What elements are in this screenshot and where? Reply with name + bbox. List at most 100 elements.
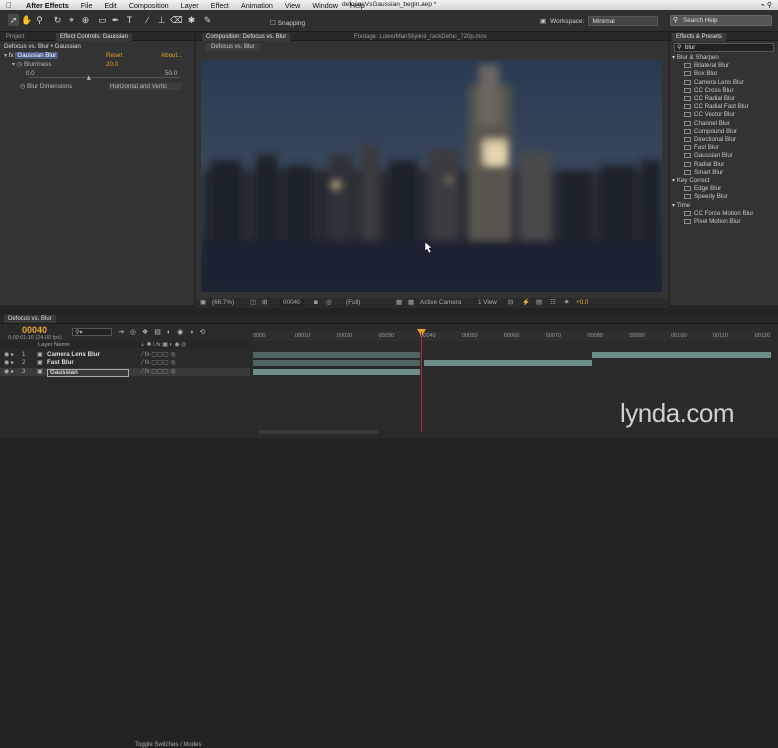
toggle-switches-modes[interactable]: Toggle Switches / Modes — [135, 742, 201, 748]
puppet-tool-icon[interactable]: ✎ — [202, 14, 213, 26]
comp-timecode[interactable]: 00040 — [280, 299, 304, 307]
layer-duration-bar[interactable] — [424, 360, 592, 367]
menu-edit[interactable]: Edit — [104, 1, 116, 10]
switches-header[interactable]: ⇣ ✱ \ fx ▣ ◐ ◉ ◎ — [140, 341, 186, 349]
layer-duration-bar[interactable] — [591, 352, 772, 358]
layer-switches[interactable]: ⁄ fx ▢▢▢ ◎ — [142, 368, 176, 376]
effect-item[interactable]: CC Vector Blur — [684, 111, 778, 119]
layer-track[interactable] — [253, 351, 772, 359]
effect-item[interactable]: Speedy Blur — [684, 193, 778, 201]
show-snapshot-icon[interactable]: ◎ — [326, 299, 332, 307]
layer-track[interactable] — [253, 359, 770, 367]
layer-name-header[interactable]: Layer Name — [38, 341, 70, 349]
eraser-tool-icon[interactable]: ⌫ — [170, 14, 183, 26]
effect-item[interactable]: CC Radial Fast Blur — [684, 103, 778, 111]
layer-row[interactable]: ◉ ▸ 1 ▣ Camera Lens Blur ⁄ fx ▢▢▢ ◎ — [0, 351, 250, 359]
effect-item[interactable]: Smart Blur — [684, 169, 778, 177]
zoom-tool-icon[interactable]: ⚲ — [34, 14, 45, 26]
selection-tool-icon[interactable]: ➚ — [8, 14, 19, 26]
roto-brush-tool-icon[interactable]: ✱ — [186, 14, 197, 26]
blurriness-value[interactable]: 20.0 — [106, 60, 118, 69]
layer-row[interactable]: ◉ ▸ 3 ▣ Gaussian ⁄ fx ▢▢▢ ◎ — [0, 367, 250, 377]
effect-item[interactable]: Compound Blur — [684, 128, 778, 136]
pen-tool-icon[interactable]: ✒ — [110, 14, 121, 26]
effect-item[interactable]: CC Force Motion Blur — [684, 210, 778, 218]
tab-effects-presets[interactable]: Effects & Presets — [672, 33, 726, 41]
effect-item[interactable]: Pixel Motion Blur — [684, 218, 778, 226]
flowchart-icon[interactable]: ☷ — [550, 299, 556, 307]
menu-animation[interactable]: Animation — [241, 1, 273, 10]
tab-composition[interactable]: Composition: Defocus vs. Blur — [202, 33, 291, 41]
timeline-switches-icons[interactable]: ⇥◎❖▤◐◉◑⟲ — [118, 328, 211, 336]
preview-icon[interactable]: ▣ — [200, 299, 206, 307]
effects-search-input[interactable]: ⚲ blur — [674, 43, 774, 52]
exposure-value[interactable]: +0.0 — [576, 299, 588, 307]
effect-item[interactable]: Bilateral Blur — [684, 62, 778, 70]
about-link[interactable]: About... — [161, 51, 182, 60]
camera-tool-icon[interactable]: ⌖ — [66, 14, 77, 26]
hand-tool-icon[interactable]: ✋ — [21, 14, 32, 26]
composition-viewer[interactable] — [201, 60, 662, 292]
menu-file[interactable]: File — [81, 1, 93, 10]
composition-subtab[interactable]: Defocus vs. Blur — [206, 43, 260, 51]
effects-group[interactable]: ▾ Key Correct — [672, 177, 778, 185]
effect-name[interactable]: Gaussian Blur — [15, 52, 59, 59]
transparency-grid-icon[interactable]: ▩ — [408, 299, 414, 307]
fast-preview-icon[interactable]: ⚡ — [522, 299, 530, 307]
effect-item[interactable]: Radial Blur — [684, 161, 778, 169]
tab-project[interactable]: Project — [2, 33, 29, 41]
effects-group[interactable]: ▾ Time — [672, 202, 778, 210]
menu-composition[interactable]: Composition — [129, 1, 169, 10]
blur-dimensions-select[interactable]: Horizontal and Vertic — [108, 83, 182, 90]
effect-item[interactable]: Gaussian Blur — [684, 152, 778, 160]
effects-group[interactable]: ▾ Blur & Sharpen — [672, 54, 778, 62]
toggle-pixel-aspect-icon[interactable]: ⊟ — [508, 299, 513, 307]
snapping-checkbox[interactable]: ☐ — [270, 20, 278, 27]
workspace-select[interactable]: Minimal — [588, 16, 659, 26]
visibility-icon[interactable]: ◉ ▸ — [4, 368, 14, 376]
app-menu[interactable]: After Effects — [26, 1, 69, 10]
effect-item[interactable]: CC Cross Blur — [684, 87, 778, 95]
blurriness-slider-track[interactable] — [28, 77, 180, 78]
layer-track[interactable] — [253, 368, 770, 376]
layer-name[interactable]: Camera Lens Blur — [47, 351, 100, 359]
layer-switches[interactable]: ⁄ fx ▢▢▢ ◎ — [142, 351, 176, 359]
effect-item[interactable]: Edge Blur — [684, 185, 778, 193]
layer-row[interactable]: ◉ ▸ 2 ▣ Fast Blur ⁄ fx ▢▢▢ ◎ — [0, 359, 250, 367]
effect-item[interactable]: Camera Lens Blur — [684, 79, 778, 87]
search-help-field[interactable]: ⚲ Search Help — [670, 15, 772, 26]
resolution-select[interactable]: (Full) — [346, 299, 360, 307]
reset-link[interactable]: Reset — [106, 51, 122, 60]
tab-timeline-comp[interactable]: Defocus vs. Blur — [4, 315, 56, 323]
rectangle-tool-icon[interactable]: ▭ — [97, 14, 108, 26]
stopwatch-icon[interactable]: ◷ — [17, 61, 24, 68]
region-of-interest-icon[interactable]: ▦ — [396, 299, 402, 307]
menu-layer[interactable]: Layer — [181, 1, 199, 10]
layer-duration-bar[interactable] — [253, 360, 421, 367]
view-layout-select[interactable]: 1 View — [478, 299, 497, 307]
menu-effect[interactable]: Effect — [211, 1, 229, 10]
safe-zones-icon[interactable]: ◫ — [250, 299, 256, 307]
effect-item[interactable]: Channel Blur — [684, 120, 778, 128]
menu-window[interactable]: Window — [312, 1, 338, 10]
layer-name[interactable]: Gaussian — [47, 368, 129, 377]
current-time-indicator[interactable] — [421, 332, 422, 432]
camera-select[interactable]: Active Camera — [420, 299, 461, 307]
effect-item[interactable]: Box Blur — [684, 70, 778, 78]
brush-tool-icon[interactable]: ∕ — [142, 14, 153, 26]
layer-name[interactable]: Fast Blur — [47, 359, 74, 367]
menu-view[interactable]: View — [285, 1, 300, 10]
exposure-reset-icon[interactable]: ✷ — [564, 299, 569, 307]
effect-item[interactable]: Fast Blur — [684, 144, 778, 152]
pan-behind-tool-icon[interactable]: ⊕ — [80, 14, 91, 26]
visibility-icon[interactable]: ◉ ▸ — [4, 351, 14, 359]
zoom-select[interactable]: (66.7%) — [212, 299, 234, 307]
rotate-tool-icon[interactable]: ↻ — [52, 14, 63, 26]
snapping-toggle[interactable]: ☐ Snapping — [270, 19, 305, 27]
layer-switches[interactable]: ⁄ fx ▢▢▢ ◎ — [142, 359, 176, 367]
visibility-icon[interactable]: ◉ ▸ — [4, 359, 14, 367]
layer-duration-bar[interactable] — [253, 368, 421, 375]
type-tool-icon[interactable]: T — [124, 14, 135, 26]
effect-item[interactable]: Directional Blur — [684, 136, 778, 144]
apple-menu-icon[interactable]:  — [6, 1, 16, 10]
